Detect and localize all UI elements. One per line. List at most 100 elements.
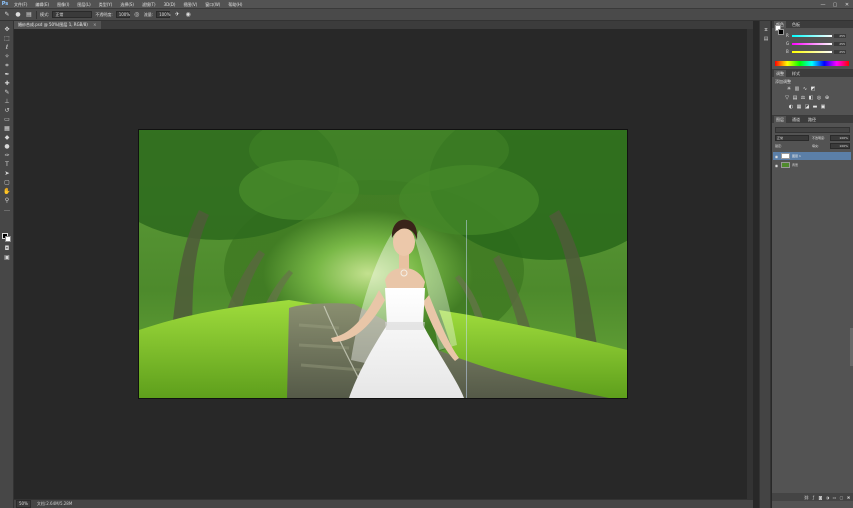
threshold-icon[interactable]: ◪ — [804, 104, 810, 110]
background-color-swatch[interactable] — [5, 236, 11, 242]
color-balance-icon[interactable]: ⚖ — [800, 95, 806, 101]
vibrance-icon[interactable]: ▽ — [784, 95, 790, 101]
eyedropper-tool-icon[interactable]: ✒ — [3, 71, 11, 79]
tab-styles[interactable]: 样式 — [790, 70, 802, 77]
blend-mode-select[interactable]: 正常 — [775, 135, 809, 141]
layer-filter[interactable] — [775, 127, 850, 133]
quick-select-tool-icon[interactable]: ✧ — [3, 53, 11, 61]
menu-item[interactable]: 滤镜(T) — [138, 0, 160, 9]
selective-color-icon[interactable]: ▣ — [820, 104, 826, 110]
zoom-tool-icon[interactable]: ⚲ — [3, 197, 11, 205]
close-icon[interactable]: × — [93, 22, 96, 27]
eraser-tool-icon[interactable]: ▭ — [3, 116, 11, 124]
brush-tool-icon[interactable]: ✎ — [3, 89, 11, 97]
brush-panel-icon[interactable]: ▤ — [25, 11, 33, 19]
close-button[interactable]: ✕ — [843, 2, 851, 8]
pressure-opacity-icon[interactable]: ◎ — [133, 11, 141, 19]
trash-icon[interactable]: ✖ — [846, 495, 851, 500]
tab-swatches[interactable]: 色板 — [790, 21, 802, 28]
tab-paths[interactable]: 路径 — [806, 116, 818, 123]
slider-r[interactable]: R 255 — [786, 33, 850, 38]
shape-tool-icon[interactable]: ▢ — [3, 179, 11, 187]
channel-mixer-icon[interactable]: ⊕ — [824, 95, 830, 101]
layer-opacity-field[interactable]: 100% — [830, 135, 850, 141]
menu-item[interactable]: 3D(D) — [160, 0, 180, 9]
photo-filter-icon[interactable]: ◎ — [816, 95, 822, 101]
eye-icon[interactable]: ◉ — [774, 154, 779, 159]
gradient-map-icon[interactable]: ▬ — [812, 104, 818, 110]
menu-item[interactable]: 视图(V) — [179, 0, 201, 9]
slider-b[interactable]: B 255 — [786, 49, 850, 54]
exposure-icon[interactable]: ◩ — [810, 86, 816, 92]
history-brush-tool-icon[interactable]: ↺ — [3, 107, 11, 115]
slider-track[interactable] — [792, 50, 832, 53]
mode-select[interactable]: 正常 — [52, 11, 93, 18]
layer-row[interactable]: ◉ 图层 1 — [773, 152, 851, 160]
hand-tool-icon[interactable]: ✋ — [3, 188, 11, 196]
pen-tool-icon[interactable]: ✑ — [3, 152, 11, 160]
slider-value[interactable]: 255 — [834, 33, 846, 38]
healing-tool-icon[interactable]: ✚ — [3, 80, 11, 88]
tab-layers[interactable]: 图层 — [774, 116, 786, 123]
menu-item[interactable]: 选择(S) — [116, 0, 138, 9]
opacity-field[interactable]: 100% — [115, 11, 130, 18]
brightness-icon[interactable]: ☀ — [786, 86, 792, 92]
crop-tool-icon[interactable]: ⌗ — [3, 62, 11, 70]
slider-track[interactable] — [792, 42, 832, 45]
hue-saturation-icon[interactable]: ▤ — [792, 95, 798, 101]
gradient-tool-icon[interactable]: ▦ — [3, 125, 11, 133]
quick-mask-icon[interactable]: ◘ — [3, 245, 11, 253]
black-white-icon[interactable]: ◧ — [808, 95, 814, 101]
document-info[interactable]: 文档:2.64M/5.28M — [37, 501, 72, 507]
zoom-field[interactable]: 50% — [16, 500, 31, 508]
invert-icon[interactable]: ◐ — [788, 104, 794, 110]
menu-item[interactable]: 编辑(E) — [31, 0, 53, 9]
menu-item[interactable]: 窗口(W) — [201, 0, 224, 9]
pressure-size-icon[interactable]: ◉ — [184, 11, 192, 19]
panel-background-swatch[interactable] — [778, 29, 784, 35]
slider-track[interactable] — [792, 34, 832, 37]
curves-icon[interactable]: ∿ — [802, 86, 808, 92]
tab-adjustments[interactable]: 调整 — [774, 70, 786, 77]
menu-item[interactable]: 类型(Y) — [95, 0, 117, 9]
minimize-button[interactable]: — — [819, 2, 827, 8]
flow-field[interactable]: 100% — [156, 11, 171, 18]
brush-tool-icon[interactable]: ✎ — [3, 11, 11, 19]
posterize-icon[interactable]: ▦ — [796, 104, 802, 110]
folder-icon[interactable]: ▭ — [832, 495, 837, 500]
menu-item[interactable]: 图像(I) — [53, 0, 73, 9]
fx-icon[interactable]: ƒ — [811, 495, 816, 500]
layer-row[interactable]: ◉ 背景 — [773, 161, 851, 169]
document-canvas[interactable] — [139, 130, 627, 398]
slider-value[interactable]: 255 — [834, 49, 846, 54]
blur-tool-icon[interactable]: ◆ — [3, 134, 11, 142]
more-tools-icon[interactable]: … — [3, 206, 11, 214]
menu-item[interactable]: 图层(L) — [73, 0, 94, 9]
levels-icon[interactable]: ▥ — [794, 86, 800, 92]
maximize-button[interactable]: ▢ — [831, 2, 839, 8]
mask-icon[interactable]: ◙ — [818, 495, 823, 500]
history-panel-icon[interactable]: ⧖ — [762, 26, 770, 34]
color-spectrum[interactable] — [775, 61, 849, 66]
tab-channels[interactable]: 通道 — [790, 116, 802, 123]
slider-g[interactable]: G 255 — [786, 41, 850, 46]
adjustment-layer-icon[interactable]: ◑ — [825, 495, 830, 500]
vertical-scrollbar[interactable] — [747, 29, 753, 499]
menu-item[interactable]: 文件(F) — [10, 0, 31, 9]
document-tab[interactable]: 婚纱合成.psd @ 50%(图层 1, RGB/8) × — [14, 21, 101, 29]
type-tool-icon[interactable]: T — [3, 161, 11, 169]
new-layer-icon[interactable]: ▢ — [839, 495, 844, 500]
menu-item[interactable]: 帮助(H) — [224, 0, 246, 9]
stamp-tool-icon[interactable]: ⊥ — [3, 98, 11, 106]
properties-panel-icon[interactable]: ▤ — [762, 35, 770, 43]
fill-field[interactable]: 100% — [830, 143, 850, 149]
marquee-tool-icon[interactable]: ⬚ — [3, 35, 11, 43]
move-tool-icon[interactable]: ✥ — [3, 26, 11, 34]
screen-mode-icon[interactable]: ▣ — [3, 254, 11, 262]
eye-icon[interactable]: ◉ — [774, 163, 779, 168]
slider-value[interactable]: 255 — [834, 41, 846, 46]
link-icon[interactable]: ⛓ — [804, 495, 809, 500]
lasso-tool-icon[interactable]: ℓ — [3, 44, 11, 52]
path-select-tool-icon[interactable]: ➤ — [3, 170, 11, 178]
dodge-tool-icon[interactable]: ● — [3, 143, 11, 151]
